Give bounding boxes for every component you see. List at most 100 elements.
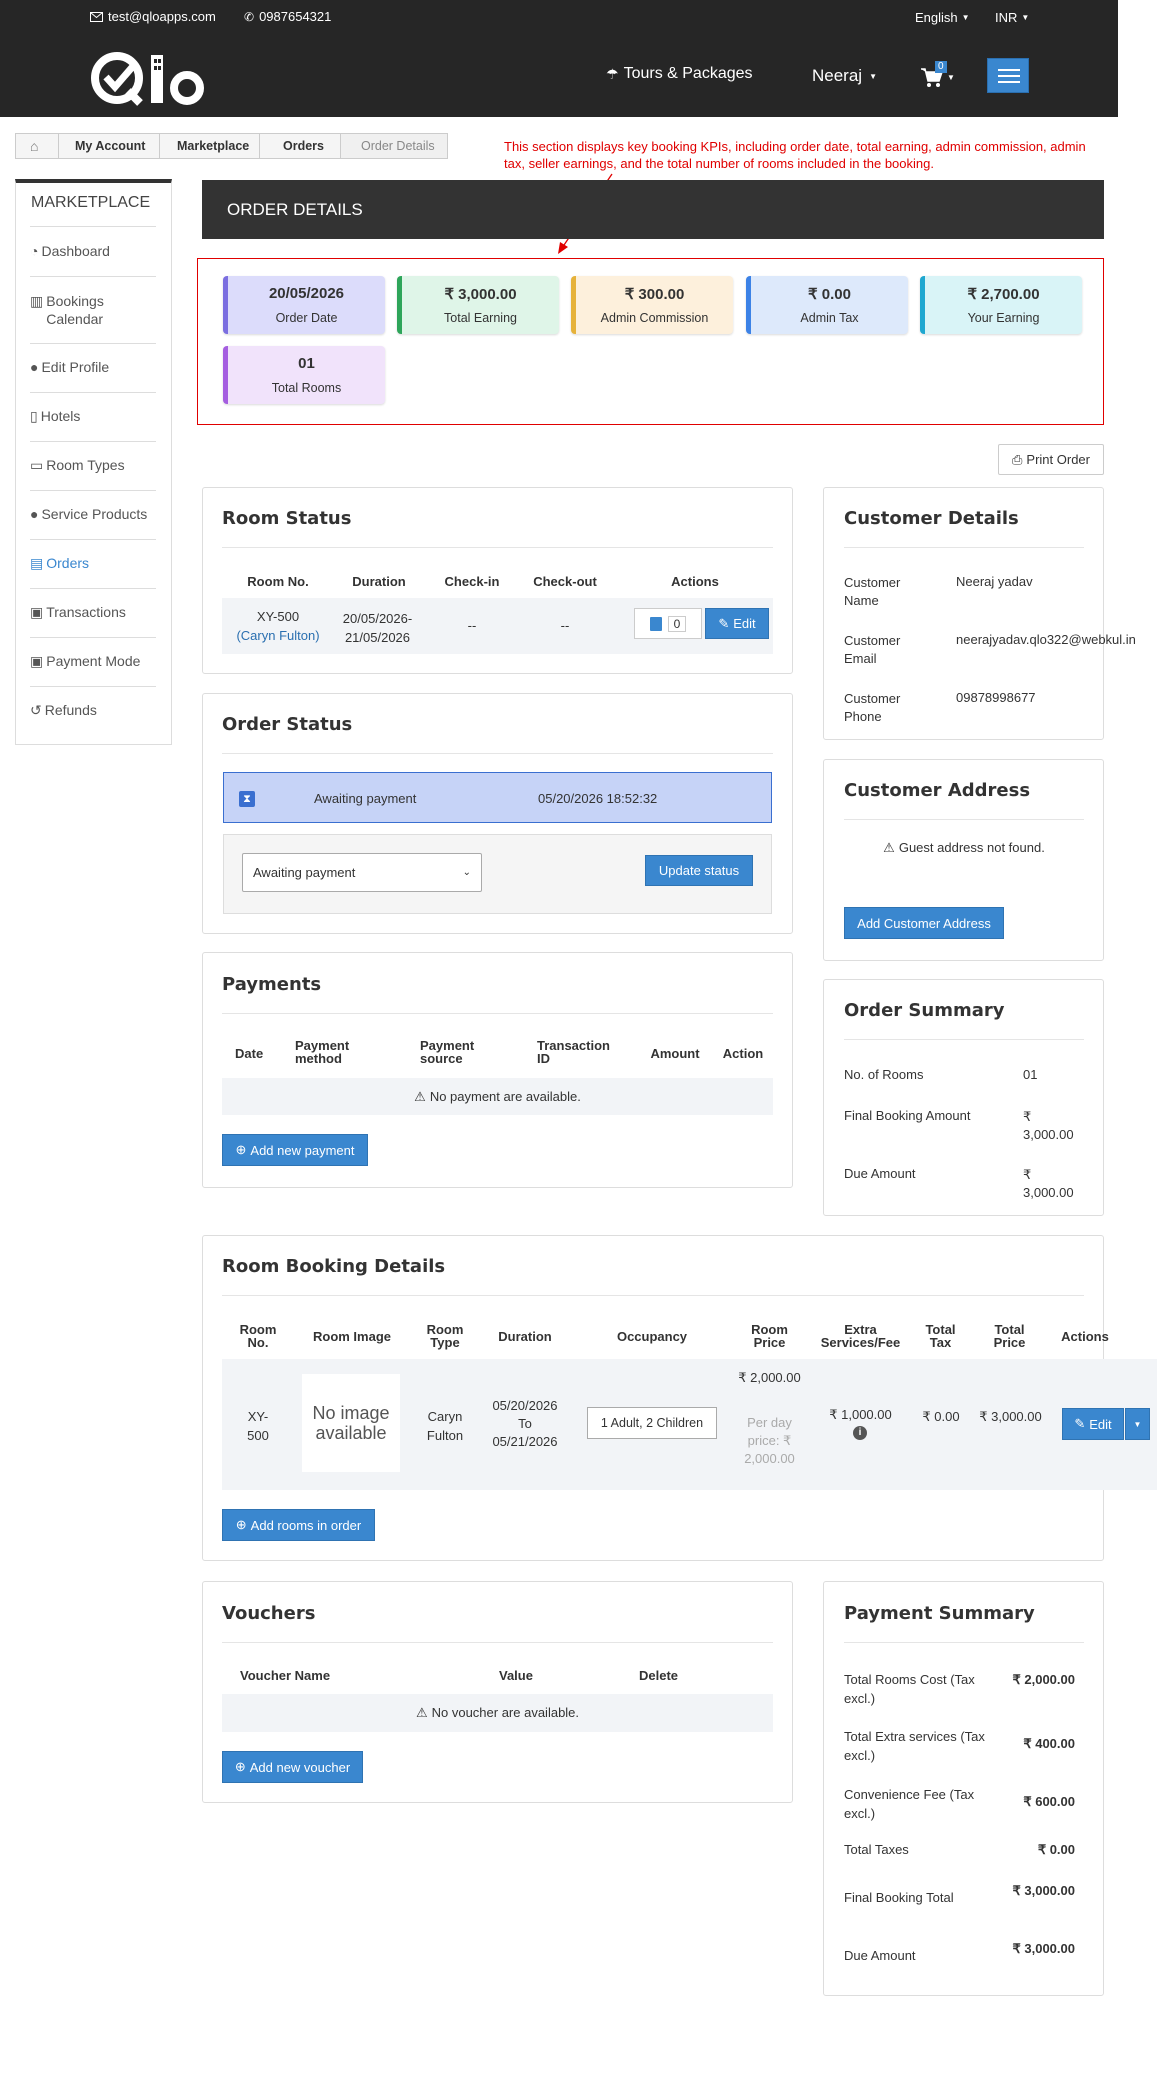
kpi-label: Total Earning	[444, 311, 517, 325]
sidebar-item-bookings-calendar[interactable]: ▥ Bookings Calendar	[30, 292, 156, 328]
print-order-label: Print Order	[1026, 452, 1090, 467]
print-order-button[interactable]: ⎙ Print Order	[998, 444, 1104, 475]
divider	[222, 1642, 773, 1643]
kpi-value: ₹ 3,000.00	[444, 286, 517, 303]
sidebar-item-orders[interactable]: ▤ Orders	[30, 555, 156, 572]
currency-dropdown[interactable]: INR ▼	[995, 10, 1029, 25]
col-header: Amount	[650, 1046, 700, 1061]
room-image-placeholder: No image available	[302, 1374, 400, 1472]
order-summary-title: Order Summary	[844, 1000, 1005, 1021]
divider	[30, 343, 156, 344]
summary-value: 01	[1023, 1067, 1038, 1082]
duration: 20/05/2026-21/05/2026	[342, 611, 413, 645]
payment-summary-label: Final Booking Total	[844, 1890, 954, 1905]
contact-phone[interactable]: ✆ 0987654321	[244, 9, 331, 24]
booking-edit-button[interactable]: ✎ Edit	[1062, 1408, 1124, 1440]
checkin: --	[467, 618, 477, 633]
phone-text: 0987654321	[259, 9, 332, 24]
occupancy-dropdown[interactable]: 1 Adult, 2 Children	[587, 1407, 717, 1439]
summary-value: ₹ 3,000.00	[1023, 1109, 1074, 1142]
user-name: Neeraj	[812, 66, 863, 85]
money-icon: ▣	[30, 653, 44, 669]
breadcrumb-orders[interactable]: Orders	[259, 133, 341, 159]
caret-down-icon: ▼	[1021, 13, 1030, 22]
date-to: 05/21/2026	[492, 1434, 558, 1449]
breadcrumb-my-account[interactable]: My Account	[58, 133, 160, 159]
plus-circle-icon: ⊕	[234, 1759, 246, 1774]
language-dropdown[interactable]: English ▼	[915, 10, 970, 25]
payment-summary-label: Total Extra services (Tax excl.)	[844, 1729, 985, 1763]
sidebar-item-label: Orders	[46, 555, 90, 571]
cart-button[interactable]: 0 ▼	[921, 61, 957, 89]
hamburger-menu-button[interactable]	[987, 58, 1029, 93]
update-status-button[interactable]: Update status	[645, 855, 753, 886]
col-header: Total Tax	[925, 1322, 956, 1350]
divider	[30, 490, 156, 491]
order-details-title: ORDER DETAILS	[227, 200, 363, 219]
documents-button[interactable]: 0	[634, 608, 702, 639]
payment-summary-label: Total Taxes	[844, 1842, 909, 1857]
col-header: Date	[235, 1046, 264, 1061]
address-not-found: ⚠ Guest address not found.	[844, 840, 1084, 856]
envelope-icon	[90, 11, 103, 22]
col-header: Action	[722, 1046, 764, 1061]
add-rooms-button[interactable]: ⊕ Add rooms in order	[222, 1509, 375, 1541]
customer-phone: 09878998677	[956, 690, 1036, 705]
empty-label: No voucher are available.	[431, 1705, 580, 1720]
sidebar-item-payment-mode[interactable]: ▣ Payment Mode	[30, 653, 156, 670]
col-header: Room Price	[751, 1322, 788, 1350]
col-header: Total Price	[993, 1322, 1026, 1350]
sidebar-item-edit-profile[interactable]: ● Edit Profile	[30, 359, 156, 375]
kpi-total-rooms: 01 Total Rooms	[223, 346, 385, 404]
col-header: Actions	[671, 574, 719, 589]
customer-details-title: Customer Details	[844, 508, 1019, 529]
divider	[222, 547, 773, 548]
print-icon: ⎙	[1012, 451, 1023, 467]
booking-edit-dropdown[interactable]: ▼	[1125, 1408, 1150, 1440]
kpi-value: 01	[298, 355, 315, 372]
room-number: XY-500	[256, 609, 300, 624]
contact-email[interactable]: test@qloapps.com	[90, 9, 216, 24]
breadcrumb-order-details: Order Details	[340, 133, 448, 159]
sidebar-item-room-types[interactable]: ▭ Room Types	[30, 457, 156, 474]
add-payment-button[interactable]: ⊕ Add new payment	[222, 1134, 368, 1166]
sidebar-item-service-products[interactable]: ● Service Products	[30, 506, 156, 522]
payment-summary-value: ₹ 0.00	[1037, 1842, 1075, 1857]
col-header: Voucher Name	[240, 1668, 331, 1683]
info-icon[interactable]: i	[853, 1426, 867, 1440]
payment-summary-value: ₹ 2,000.00	[1012, 1672, 1076, 1687]
room-number: XY-500	[247, 1409, 269, 1443]
status-select[interactable]: Awaiting payment ⌄	[242, 853, 482, 892]
add-payment-label: Add new payment	[250, 1142, 355, 1158]
sidebar-item-transactions[interactable]: ▣ Transactions	[30, 604, 156, 621]
divider	[222, 753, 773, 754]
date-separator: To	[518, 1416, 532, 1431]
breadcrumb-label: Marketplace	[177, 139, 250, 153]
building-icon: ▯	[30, 408, 38, 424]
add-customer-address-button[interactable]: Add Customer Address	[844, 907, 1004, 939]
caret-down-icon: ▼	[947, 73, 955, 82]
guest-link[interactable]: (Caryn Fulton)	[228, 628, 328, 643]
qlo-logo[interactable]	[88, 47, 213, 107]
document-count: 0	[667, 615, 687, 632]
payment-summary-value: ₹ 400.00	[1023, 1736, 1075, 1751]
tours-packages-link[interactable]: ☂ Tours & Packages	[606, 65, 753, 83]
breadcrumb-home[interactable]: ⌂	[15, 133, 59, 159]
col-header: Payment source	[420, 1038, 475, 1066]
customer-address-title: Customer Address	[844, 780, 1031, 801]
sidebar-item-refunds[interactable]: ↺ Refunds	[30, 702, 156, 719]
customer-name-label: Customer Name	[844, 575, 901, 608]
room-status-edit-button[interactable]: ✎ Edit	[705, 608, 769, 639]
total-price: ₹ 3,000.00	[979, 1409, 1042, 1424]
user-menu[interactable]: Neeraj ▼	[812, 66, 877, 86]
add-address-label: Add Customer Address	[857, 915, 991, 931]
extra-services: ₹ 1,000.00	[829, 1407, 892, 1422]
divider	[30, 441, 156, 442]
divider	[844, 547, 1084, 548]
empty-label: Guest address not found.	[898, 840, 1045, 855]
breadcrumb-marketplace[interactable]: Marketplace	[159, 133, 260, 159]
add-voucher-button[interactable]: ⊕ Add new voucher	[222, 1751, 363, 1783]
sidebar-item-hotels[interactable]: ▯ Hotels	[30, 408, 156, 425]
divider	[222, 1295, 1084, 1296]
sidebar-item-dashboard[interactable]: ◔ Dashboard	[30, 243, 156, 259]
